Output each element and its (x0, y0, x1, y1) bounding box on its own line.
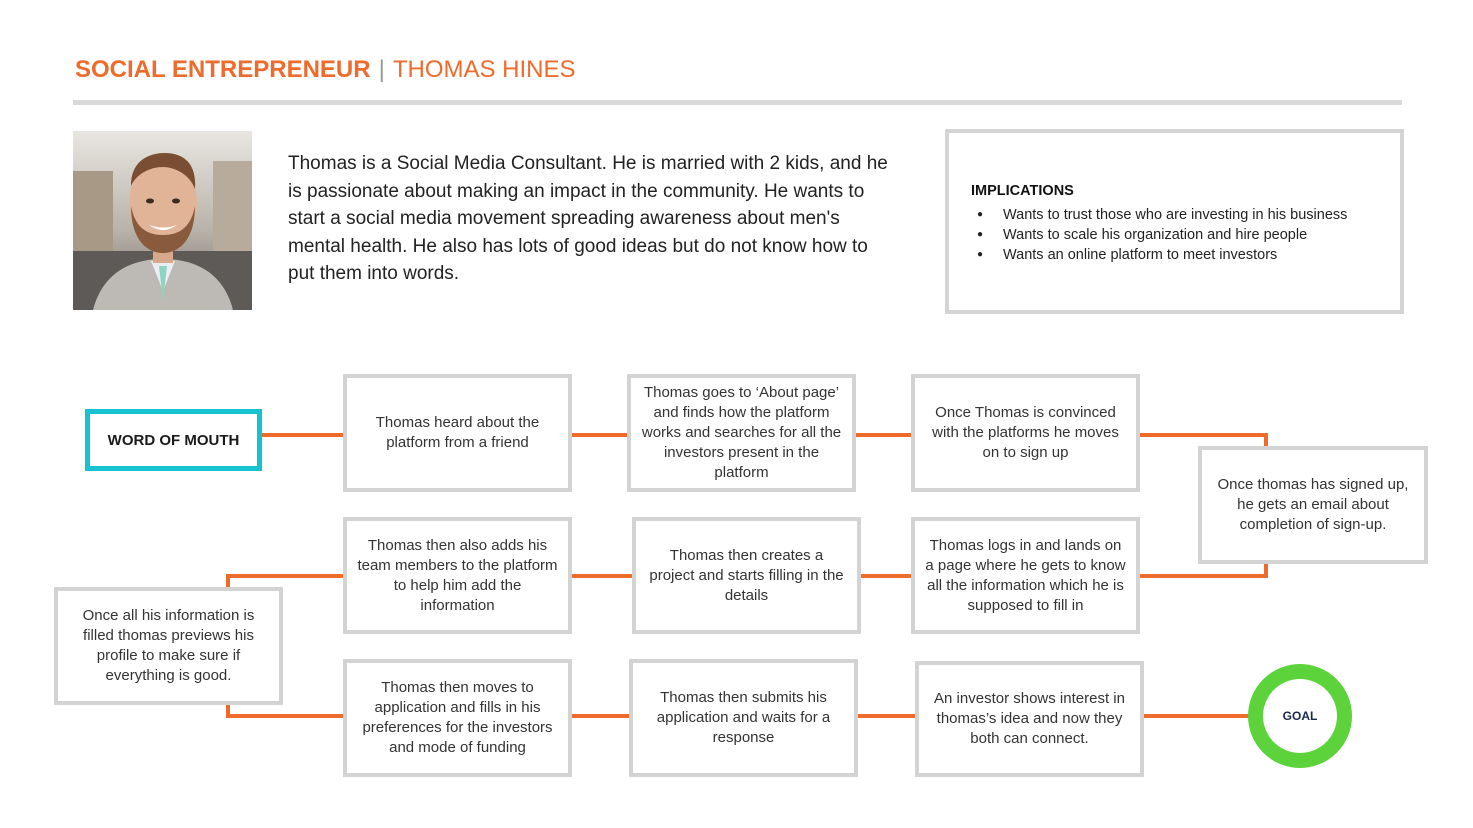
step-text: Once thomas has signed up, he gets an em… (1217, 476, 1409, 533)
step-text: Once all his information is filled thoma… (82, 607, 255, 684)
start-word-of-mouth: WORD OF MOUTH (85, 409, 262, 471)
step-text: Thomas logs in and lands on a page where… (925, 536, 1126, 614)
start-label: WORD OF MOUTH (107, 431, 240, 449)
step-text: Thomas then also adds his team members t… (357, 536, 558, 614)
step-text: Thomas then submits his application and … (656, 689, 831, 746)
goal-circle: GOAL (1248, 664, 1352, 768)
step-text: Once Thomas is convinced with the platfo… (932, 404, 1119, 461)
step-text: Thomas then creates a project and starts… (649, 546, 844, 604)
journey-step-11: An investor shows interest in thomas’s i… (915, 661, 1144, 777)
goal-label: GOAL (1263, 679, 1337, 753)
journey-step-6: Thomas then creates a project and starts… (632, 517, 861, 634)
step-text: Thomas heard about the platform from a f… (375, 414, 540, 451)
journey-step-1: Thomas heard about the platform from a f… (343, 374, 572, 492)
step-text: Thomas goes to ‘About page’ and finds ho… (641, 384, 842, 481)
step-text: An investor shows interest in thomas’s i… (934, 690, 1125, 747)
journey-step-4: Once thomas has signed up, he gets an em… (1198, 446, 1428, 564)
step-text: Thomas then moves to application and fil… (362, 679, 553, 756)
journey-step-8: Once all his information is filled thoma… (54, 587, 283, 705)
journey-step-10: Thomas then submits his application and … (629, 659, 858, 777)
journey-step-9: Thomas then moves to application and fil… (343, 659, 572, 777)
journey-step-7: Thomas then also adds his team members t… (343, 517, 572, 634)
journey-step-5: Thomas logs in and lands on a page where… (911, 517, 1140, 634)
journey-step-2: Thomas goes to ‘About page’ and finds ho… (627, 374, 856, 492)
journey-step-3: Once Thomas is convinced with the platfo… (911, 374, 1140, 492)
